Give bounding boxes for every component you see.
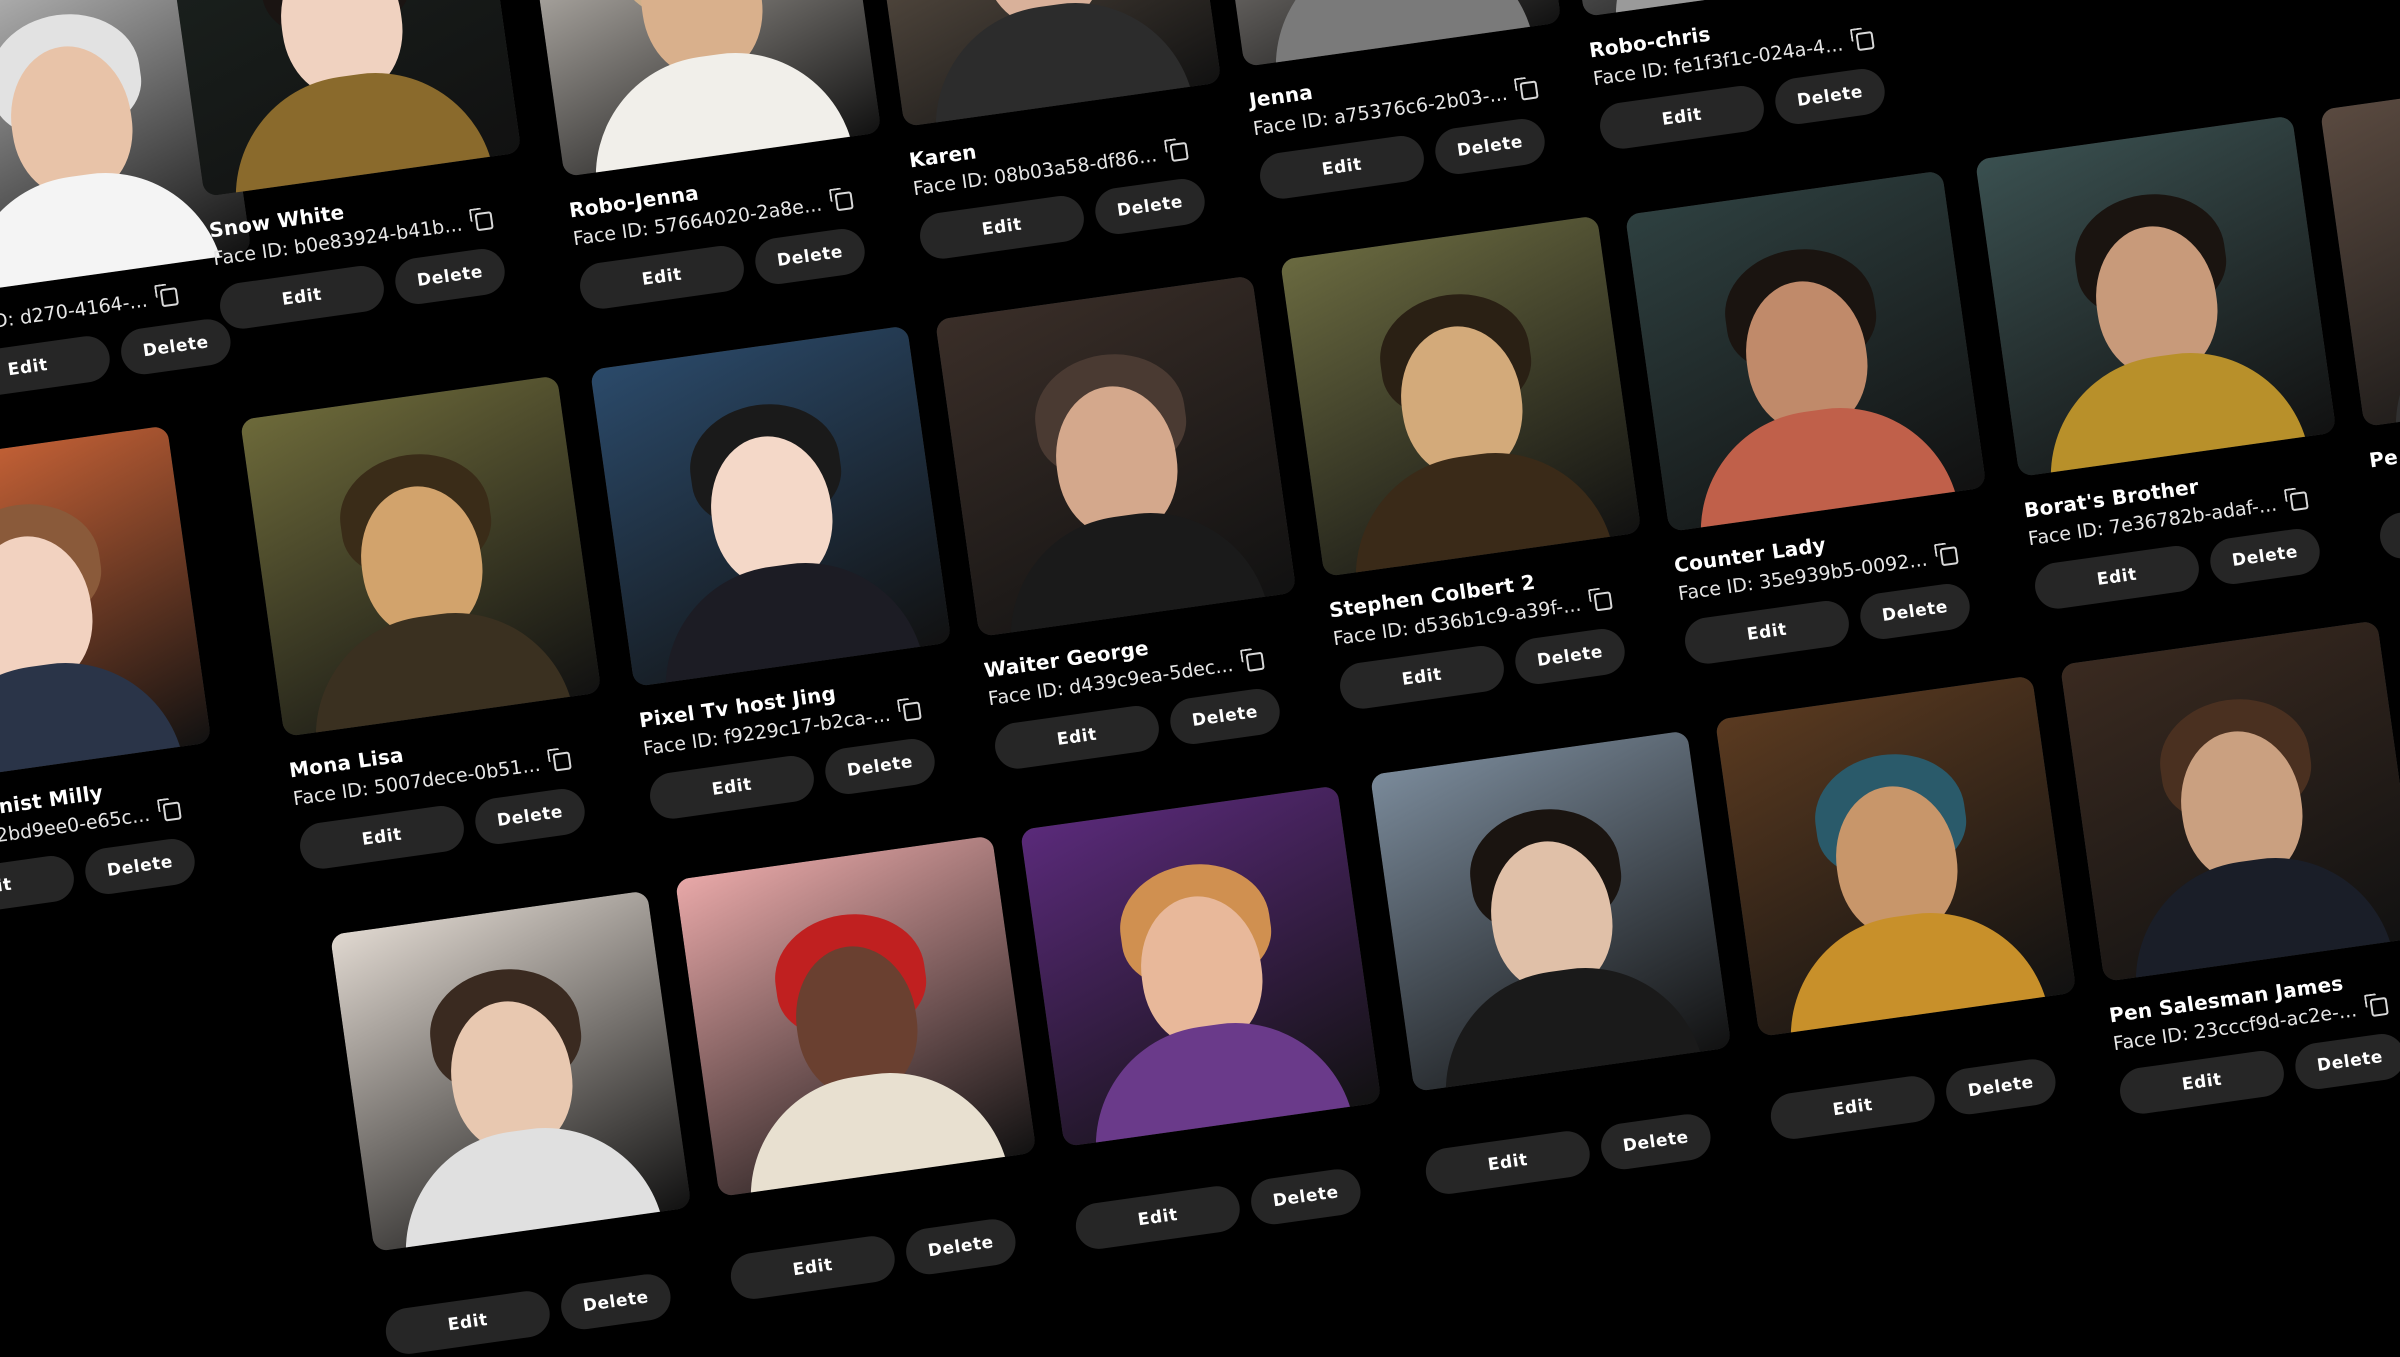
delete-button[interactable]: Delete xyxy=(903,1216,1019,1278)
card-actions: Edit Delete xyxy=(382,1264,726,1357)
copy-icon[interactable] xyxy=(834,191,854,212)
face-card[interactable]: Face ID: Edit Delete xyxy=(1020,783,1416,1252)
face-card[interactable]: Snow White Face ID: b0e83924-b41b... Edi… xyxy=(160,0,560,332)
face-thumbnail[interactable] xyxy=(160,0,522,197)
edit-button[interactable]: Edit xyxy=(1337,643,1507,712)
delete-button[interactable]: Delete xyxy=(1772,66,1888,127)
edit-button[interactable]: Edit xyxy=(992,703,1162,772)
card-actions: Edit Delete xyxy=(1767,1049,2111,1142)
face-thumbnail[interactable] xyxy=(0,425,212,787)
copy-icon[interactable] xyxy=(1169,141,1189,163)
face-card[interactable]: Face ID: Edit Delete xyxy=(1370,728,1766,1197)
face-thumbnail[interactable] xyxy=(675,835,1037,1197)
copy-icon[interactable] xyxy=(1519,80,1540,101)
copy-icon[interactable] xyxy=(162,801,182,822)
edit-button[interactable]: Edit xyxy=(382,1288,553,1357)
copy-icon[interactable] xyxy=(1245,651,1265,672)
edit-button[interactable]: Edit xyxy=(1257,133,1427,202)
face-thumbnail[interactable] xyxy=(240,375,602,737)
edit-button[interactable]: Edit xyxy=(1597,83,1767,152)
card-actions: Edit Delete xyxy=(727,1209,1071,1302)
delete-button[interactable]: Delete xyxy=(118,316,234,378)
face-card[interactable]: Pen Salesman James Face ID: 23cccf9d-ac2… xyxy=(2060,618,2400,1117)
delete-button[interactable]: Delete xyxy=(1092,176,1208,237)
face-thumbnail[interactable] xyxy=(590,325,952,687)
edit-button[interactable]: Edit xyxy=(0,853,77,922)
edit-button[interactable]: Edit xyxy=(577,243,747,312)
copy-icon[interactable] xyxy=(902,701,923,722)
face-thumbnail[interactable] xyxy=(520,0,882,177)
face-card[interactable]: Jenna Face ID: a75376c6-2b03-... Edit De… xyxy=(1200,0,1600,202)
card-actions: Edit Delete xyxy=(2377,469,2400,562)
delete-button[interactable]: Delete xyxy=(822,736,938,797)
face-card[interactable]: Stephen Colbert 2 Face ID: d536b1c9-a39f… xyxy=(1280,213,1680,712)
edit-button[interactable]: Edit xyxy=(1767,1073,1938,1142)
card-actions: Edit Delete xyxy=(1422,1104,1766,1197)
face-thumbnail[interactable] xyxy=(1975,115,2337,477)
edit-button[interactable]: Edit xyxy=(2377,493,2400,562)
edit-button[interactable]: Edit xyxy=(647,753,817,822)
copy-icon[interactable] xyxy=(2289,491,2309,512)
edit-button[interactable]: Edit xyxy=(217,263,387,332)
delete-button[interactable]: Delete xyxy=(1248,1166,1364,1228)
face-card[interactable]: Face ID: Edit Delete xyxy=(330,888,726,1357)
face-thumbnail[interactable] xyxy=(1280,215,1642,577)
delete-button[interactable]: Delete xyxy=(472,786,588,847)
delete-button[interactable]: Delete xyxy=(1598,1111,1714,1173)
delete-button[interactable]: Delete xyxy=(1857,581,1973,642)
copy-icon[interactable] xyxy=(1855,30,1875,52)
face-thumbnail[interactable] xyxy=(1715,675,2077,1037)
delete-button[interactable]: Delete xyxy=(2207,526,2323,587)
face-card[interactable]: Face ID: Edit Delete xyxy=(675,833,1071,1302)
copy-icon[interactable] xyxy=(159,287,180,308)
delete-button[interactable]: Delete xyxy=(2292,1031,2400,1092)
face-card[interactable]: Counter Lady Face ID: 35e939b5-0092... E… xyxy=(1625,168,2025,667)
delete-button[interactable]: Delete xyxy=(752,226,868,287)
face-thumbnail[interactable] xyxy=(2060,620,2400,982)
face-card[interactable]: Receptionist Milly Face ID: 82bd9ee0-e65… xyxy=(0,423,250,922)
face-card[interactable]: Face ID: Edit Delete xyxy=(1715,673,2111,1142)
edit-button[interactable]: Edit xyxy=(2117,1048,2287,1117)
face-thumbnail[interactable] xyxy=(1625,170,1987,532)
face-thumbnail[interactable] xyxy=(330,890,692,1252)
face-card[interactable]: Pixel Tv host Jing Face ID: f9229c17-b2c… xyxy=(590,323,990,822)
edit-button[interactable]: Edit xyxy=(1422,1128,1593,1197)
delete-button[interactable]: Delete xyxy=(1432,116,1548,177)
delete-button[interactable]: Delete xyxy=(392,246,508,307)
face-card[interactable]: Borat's Brother Face ID: 7e36782b-adaf-.… xyxy=(1975,113,2375,612)
face-thumbnail[interactable] xyxy=(935,275,1297,637)
copy-icon[interactable] xyxy=(2369,996,2389,1018)
face-thumbnail[interactable] xyxy=(1020,785,1382,1147)
face-card[interactable]: Karen Face ID: 08b03a58-df86... Edit Del… xyxy=(860,0,1260,262)
delete-button[interactable]: Delete xyxy=(1943,1056,2059,1118)
edit-button[interactable]: Edit xyxy=(0,333,113,402)
delete-button[interactable]: Delete xyxy=(82,836,198,897)
edit-button[interactable]: Edit xyxy=(917,193,1087,262)
edit-button[interactable]: Edit xyxy=(1682,598,1852,667)
delete-button[interactable]: Delete xyxy=(1167,686,1283,747)
face-gallery: Face ID: d270-4164-... Edit Delete Snow … xyxy=(0,0,2400,1357)
copy-icon[interactable] xyxy=(552,751,573,772)
face-card[interactable]: Robo-Jenna Face ID: 57664020-2a8e... Edi… xyxy=(520,0,920,312)
edit-button[interactable]: Edit xyxy=(1072,1183,1243,1252)
face-thumbnail[interactable] xyxy=(1370,730,1732,1092)
copy-icon[interactable] xyxy=(1939,546,1960,567)
face-thumbnail[interactable] xyxy=(860,0,1222,127)
copy-icon[interactable] xyxy=(474,211,495,232)
delete-button[interactable]: Delete xyxy=(1512,626,1628,687)
delete-button[interactable]: Delete xyxy=(558,1271,674,1333)
edit-button[interactable]: Edit xyxy=(727,1233,898,1302)
copy-icon[interactable] xyxy=(1593,591,1613,612)
edit-button[interactable]: Edit xyxy=(297,803,467,872)
card-actions: Edit Delete xyxy=(0,829,250,922)
card-actions: Edit Delete xyxy=(1072,1159,1416,1252)
face-card[interactable]: Mona Lisa Face ID: 5007dece-0b51... Edit… xyxy=(240,373,640,872)
face-card[interactable]: Robo-chris Face ID: fe1f3f1c-024a-4... E… xyxy=(1540,0,1940,152)
edit-button[interactable]: Edit xyxy=(2032,543,2202,612)
face-card[interactable]: Waiter George Face ID: d439c9ea-5dec... … xyxy=(935,273,1335,772)
